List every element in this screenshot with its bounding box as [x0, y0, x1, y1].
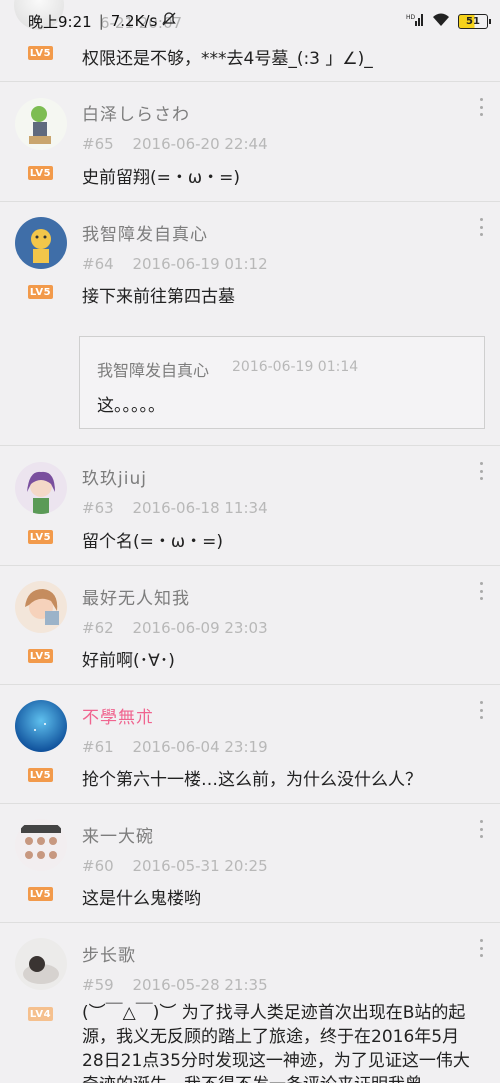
status-time: 晚上9:21 [28, 12, 92, 31]
avatar[interactable] [15, 462, 67, 514]
level-badge: LV5 [28, 166, 53, 180]
username[interactable]: 白泽しらさわ [82, 100, 190, 125]
floor-number: #59 [82, 976, 114, 994]
level-badge: LV5 [28, 768, 53, 782]
comment-time: 2016-06-04 23:19 [132, 738, 268, 756]
level-badge: LV5 [28, 285, 53, 299]
comment-item: 我智障发自真心 #64 2016-06-19 01:12 LV5 接下来前往第四… [0, 202, 500, 446]
comment-item: 来一大碗 #60 2016-05-31 20:25 LV5 这是什么鬼楼哟 [0, 804, 500, 923]
comment-time: 2016-06-18 11:34 [132, 499, 268, 517]
status-bar: 晚上9:21 | 7.2K/s HD 51 [0, 0, 500, 42]
username[interactable]: 不學無朮 [82, 703, 154, 728]
floor-number: #64 [82, 255, 114, 273]
comment-item: 不學無朮 #61 2016-06-04 23:19 LV5 抢个第六十一楼…这么… [0, 685, 500, 804]
avatar[interactable] [15, 581, 67, 633]
wifi-icon [432, 12, 450, 31]
status-separator: | [98, 12, 104, 30]
floor-number: #61 [82, 738, 114, 756]
comment-time: 2016-05-31 20:25 [132, 857, 268, 875]
comment-text: 权限还是不够，***去4号墓_(:3 」∠)_ [82, 49, 373, 69]
floor-number: #65 [82, 135, 114, 153]
avatar[interactable] [15, 98, 67, 150]
comment-text: 抢个第六十一楼…这么前，为什么没什么人？ [82, 770, 422, 790]
comment-item: 白泽しらさわ #65 2016-06-20 22:44 LV5 史前留翔(=・ω… [0, 82, 500, 202]
floor-number: #62 [82, 619, 114, 637]
floor-number: #60 [82, 857, 114, 875]
reply-username[interactable]: 我智障发自真心 [97, 357, 209, 381]
avatar[interactable] [15, 217, 67, 269]
level-badge: LV4 [28, 1007, 53, 1021]
battery-indicator: 51 [458, 13, 491, 29]
username[interactable]: 我智障发自真心 [82, 220, 208, 245]
comment-text: 留个名(=・ω・=) [82, 532, 223, 552]
avatar[interactable] [15, 700, 67, 752]
level-badge: LV5 [28, 530, 53, 544]
signal-icon: HD [406, 12, 424, 31]
comment-item: 玖玖jiuj #63 2016-06-18 11:34 LV5 留个名(=・ω・… [0, 446, 500, 566]
reply-preview[interactable]: 我智障发自真心 2016-06-19 01:14 这。。。。。 [79, 336, 485, 429]
comment-item: 最好无人知我 #62 2016-06-09 23:03 LV5 好前啊(･∀･) [0, 566, 500, 685]
comment-time: 2016-05-28 21:35 [132, 976, 268, 994]
comment-text: 接下来前往第四古墓 [82, 287, 235, 307]
username[interactable]: 最好无人知我 [82, 584, 190, 609]
bell-off-icon [161, 11, 177, 31]
comment-time: 2016-06-20 22:44 [132, 135, 268, 153]
level-badge: LV5 [28, 649, 53, 663]
more-options-icon[interactable] [478, 939, 484, 957]
comment-time: 2016-06-09 23:03 [132, 619, 268, 637]
more-options-icon[interactable] [478, 701, 484, 719]
username[interactable]: 来一大碗 [82, 822, 154, 847]
more-options-icon[interactable] [478, 582, 484, 600]
more-options-icon[interactable] [478, 462, 484, 480]
comment-text: (︶￣△￣)︶ 为了找寻人类足迹首次出现在B站的起源，我义无反顾的踏上了旅途，终… [82, 1003, 470, 1083]
more-options-icon[interactable] [478, 98, 484, 116]
comment-text: 这是什么鬼楼哟 [82, 889, 201, 909]
floor-number: #63 [82, 499, 114, 517]
more-options-icon[interactable] [478, 820, 484, 838]
avatar[interactable] [15, 938, 67, 990]
reply-time: 2016-06-19 01:14 [232, 359, 359, 375]
comment-time: 2016-06-19 01:12 [132, 255, 268, 273]
username[interactable]: 玖玖jiuj [82, 464, 147, 489]
comment-item: 步长歌 #59 2016-05-28 21:35 LV4 (︶￣△￣)︶ 为了找… [0, 923, 500, 1083]
svg-text:HD: HD [406, 14, 416, 21]
level-badge: LV5 [28, 887, 53, 901]
more-options-icon[interactable] [478, 218, 484, 236]
level-badge: LV5 [28, 46, 53, 60]
comment-text: 史前留翔(=・ω・=) [82, 168, 240, 188]
network-speed: 7.2K/s [110, 12, 158, 30]
comment-text: 好前啊(･∀･) [82, 651, 175, 671]
avatar[interactable] [15, 819, 67, 871]
reply-text: 这。。。。。 [97, 396, 165, 416]
username[interactable]: 步长歌 [82, 941, 136, 966]
